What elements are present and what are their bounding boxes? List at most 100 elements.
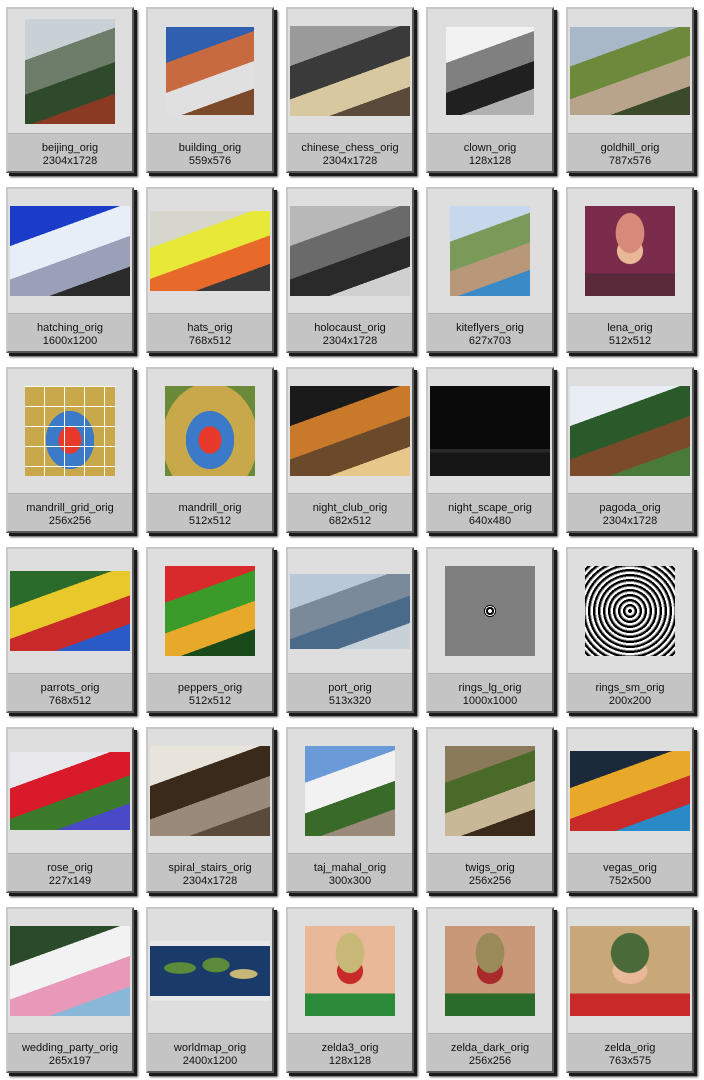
image-tile-beijing-orig[interactable]: beijing_orig 2304x1728 (6, 7, 134, 173)
image-tile-parrots-orig[interactable]: parrots_orig 768x512 (6, 547, 134, 713)
image-filename: kiteflyers_orig (456, 322, 524, 334)
image-caption: night_scape_orig 640x480 (428, 493, 552, 531)
clown-face-photo[interactable] (446, 27, 534, 115)
thumbnail-frame (288, 189, 412, 313)
image-tile-lena-orig[interactable]: lena_orig 512x512 (566, 187, 694, 353)
image-tile-zelda-orig[interactable]: zelda_orig 763x575 (566, 907, 694, 1073)
image-caption: chinese_chess_orig 2304x1728 (288, 133, 412, 171)
night-landscape-photo[interactable] (430, 386, 550, 476)
image-tile-peppers-orig[interactable]: peppers_orig 512x512 (146, 547, 274, 713)
image-dimensions: 513x320 (328, 695, 372, 707)
image-tile-spiral-stairs-orig[interactable]: spiral_stairs_orig 2304x1728 (146, 727, 274, 893)
image-tile-building-orig[interactable]: building_orig 559x576 (146, 7, 274, 173)
image-filename: night_club_orig (312, 502, 388, 514)
city-temple-photo[interactable] (25, 18, 115, 124)
portrait-photo[interactable] (305, 926, 395, 1016)
image-filename: pagoda_orig (599, 502, 661, 514)
thumbnail-frame (568, 189, 692, 313)
world-map[interactable] (150, 941, 270, 1001)
carnival-stand-photo[interactable] (570, 751, 690, 831)
image-tile-goldhill-orig[interactable]: goldhill_orig 787x576 (566, 7, 694, 173)
image-tile-clown-orig[interactable]: clown_orig 128x128 (426, 7, 554, 173)
image-tile-taj-mahal-orig[interactable]: taj_mahal_orig 300x300 (286, 727, 414, 893)
image-tile-pagoda-orig[interactable]: pagoda_orig 2304x1728 (566, 367, 694, 533)
image-dimensions: 265x197 (48, 1055, 92, 1067)
wedding-limo-photo[interactable] (10, 926, 130, 1016)
penguin-render[interactable] (10, 206, 130, 296)
image-tile-hats-orig[interactable]: hats_orig 768x512 (146, 187, 274, 353)
image-tile-wedding-party-orig[interactable]: wedding_party_orig 265x197 (6, 907, 134, 1073)
image-caption: mandrill_grid_orig 256x256 (8, 493, 132, 531)
spiral-staircase-photo[interactable] (150, 746, 270, 836)
image-dimensions: 787x576 (608, 155, 652, 167)
portrait-photo[interactable] (570, 926, 690, 1016)
single-ring-target[interactable] (445, 566, 535, 656)
image-filename: zelda_orig (604, 1042, 656, 1054)
image-dimensions: 256x256 (468, 1055, 512, 1067)
building-photo[interactable] (166, 27, 254, 115)
pagoda-photo[interactable] (570, 386, 690, 476)
image-caption: peppers_orig 512x512 (148, 673, 272, 711)
memorial-blocks-photo[interactable] (290, 206, 410, 296)
image-caption: vegas_orig 752x500 (568, 853, 692, 891)
colored-hats-photo[interactable] (150, 211, 270, 291)
thumbnail-frame (8, 369, 132, 493)
portrait-photo[interactable] (585, 206, 675, 296)
mandrill-grid-photo[interactable] (25, 386, 115, 476)
thumbnail-frame (568, 909, 692, 1033)
image-dimensions: 512x512 (188, 515, 232, 527)
image-tile-twigs-orig[interactable]: twigs_orig 256x256 (426, 727, 554, 893)
image-filename: twigs_orig (465, 862, 515, 874)
mandrill-photo[interactable] (165, 386, 255, 476)
image-dimensions: 2304x1728 (182, 875, 238, 887)
parrots-photo[interactable] (10, 571, 130, 651)
image-tile-vegas-orig[interactable]: vegas_orig 752x500 (566, 727, 694, 893)
image-caption: rings_lg_orig 1000x1000 (428, 673, 552, 711)
image-caption: worldmap_orig 2400x1200 (148, 1033, 272, 1071)
chess-players-photo[interactable] (290, 26, 410, 116)
image-tile-worldmap-orig[interactable]: worldmap_orig 2400x1200 (146, 907, 274, 1073)
thumbnail-frame (8, 909, 132, 1033)
image-tile-night-club-orig[interactable]: night_club_orig 682x512 (286, 367, 414, 533)
rose-photo[interactable] (10, 752, 130, 830)
image-caption: taj_mahal_orig 300x300 (288, 853, 412, 891)
portrait-photo[interactable] (445, 926, 535, 1016)
thumbnail-frame (8, 549, 132, 673)
band-on-stage-photo[interactable] (290, 386, 410, 476)
image-tile-night-scape-orig[interactable]: night_scape_orig 640x480 (426, 367, 554, 533)
image-dimensions: 627x703 (468, 335, 512, 347)
village-hill-photo[interactable] (570, 27, 690, 115)
image-caption: zelda_orig 763x575 (568, 1033, 692, 1071)
image-filename: peppers_orig (177, 682, 243, 694)
thumbnail-frame (148, 189, 272, 313)
image-tile-chinese-chess-orig[interactable]: chinese_chess_orig 2304x1728 (286, 7, 414, 173)
image-tile-kiteflyers-orig[interactable]: kiteflyers_orig 627x703 (426, 187, 554, 353)
kite-flyers-photo[interactable] (450, 206, 530, 296)
peppers-photo[interactable] (165, 566, 255, 656)
thumbnail-frame (428, 9, 552, 133)
harbor-skyline-photo[interactable] (290, 573, 410, 649)
image-tile-mandrill-orig[interactable]: mandrill_orig 512x512 (146, 367, 274, 533)
image-tile-rings-lg-orig[interactable]: rings_lg_orig 1000x1000 (426, 547, 554, 713)
image-tile-holocaust-orig[interactable]: holocaust_orig 2304x1728 (286, 187, 414, 353)
image-tile-zelda-dark-orig[interactable]: zelda_dark_orig 256x256 (426, 907, 554, 1073)
image-caption: spiral_stairs_orig 2304x1728 (148, 853, 272, 891)
image-dimensions: 682x512 (328, 515, 372, 527)
image-tile-hatching-orig[interactable]: hatching_orig 1600x1200 (6, 187, 134, 353)
taj-mahal-photo[interactable] (305, 746, 395, 836)
image-tile-mandrill-grid-orig[interactable]: mandrill_grid_orig 256x256 (6, 367, 134, 533)
image-filename: zelda3_orig (321, 1042, 379, 1054)
twigs-photo[interactable] (445, 746, 535, 836)
image-tile-rings-sm-orig[interactable]: rings_sm_orig 200x200 (566, 547, 694, 713)
image-dimensions: 1000x1000 (462, 695, 518, 707)
image-tile-zelda3-orig[interactable]: zelda3_orig 128x128 (286, 907, 414, 1073)
concentric-rings-pattern[interactable] (585, 566, 675, 656)
thumbnail-frame (8, 189, 132, 313)
image-filename: holocaust_orig (314, 322, 386, 334)
thumbnail-frame (428, 369, 552, 493)
image-tile-port-orig[interactable]: port_orig 513x320 (286, 547, 414, 713)
image-filename: parrots_orig (40, 682, 100, 694)
image-caption: wedding_party_orig 265x197 (8, 1033, 132, 1071)
thumbnail-frame (428, 189, 552, 313)
image-tile-rose-orig[interactable]: rose_orig 227x149 (6, 727, 134, 893)
